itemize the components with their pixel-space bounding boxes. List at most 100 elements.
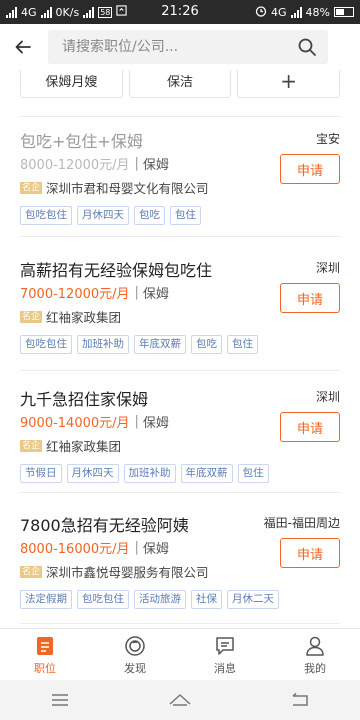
tab-discover[interactable]: 发现 (90, 629, 180, 681)
job-card[interactable]: 九千急招住家保姆 深圳 9000-14000元/月 | 保姆 名企 红袖家政集团… (0, 374, 360, 519)
battery-icon (334, 7, 354, 17)
chip-cleaning[interactable]: 保洁 (128, 70, 232, 98)
nav-back-button[interactable] (270, 680, 330, 720)
job-category: 保姆 (142, 416, 169, 431)
job-tag: 月休四天 (77, 206, 129, 225)
separator: | (134, 540, 139, 555)
bottom-tabbar: 职位 发现 消息 我的 (0, 628, 360, 680)
job-tag: 年底双薪 (134, 335, 186, 354)
tab-profile[interactable]: 我的 (270, 629, 360, 681)
tab-label: 消息 (214, 662, 236, 675)
chip-nanny[interactable]: 保姆月嫂 (20, 70, 123, 98)
system-navbar (0, 680, 360, 720)
job-salary: 7000-12000元/月 (20, 287, 130, 302)
company-name: 红袖家政集团 (46, 310, 122, 325)
company-name: 红袖家政集团 (46, 439, 122, 454)
status-bar: 4G 0K/s 58 21:26 4G 48% (0, 0, 360, 24)
profile-icon (306, 636, 324, 656)
job-tag: 活动旅游 (134, 590, 186, 609)
job-tag: 月休二天 (227, 590, 279, 609)
separator: | (134, 156, 139, 171)
tab-label: 我的 (304, 662, 326, 675)
job-tag: 包住 (227, 335, 258, 354)
tab-label: 发现 (124, 662, 146, 675)
salary-row: 7000-12000元/月 | 保姆 (20, 283, 169, 302)
divider (20, 236, 340, 237)
company-row: 名企 红袖家政集团 (20, 307, 121, 326)
company-row: 名企 深圳市君和母婴文化有限公司 (20, 178, 209, 197)
job-list[interactable]: 保姆月嫂 保洁 + 包吃+包住+保姆 宝安 8000-12000元/月 | 保姆… (0, 70, 360, 628)
divider (20, 370, 340, 371)
separator: | (134, 414, 139, 429)
signal-4-icon (290, 6, 302, 18)
job-location: 深圳 (315, 261, 340, 275)
job-card[interactable]: 高薪招有无经验保姆包吃住 深圳 7000-12000元/月 | 保姆 名企 红袖… (0, 245, 360, 390)
search-input[interactable] (62, 39, 272, 55)
job-tag: 包吃 (191, 335, 222, 354)
salary-row: 8000-16000元/月 | 保姆 (20, 538, 169, 557)
filter-chips: 保姆月嫂 保洁 + (20, 70, 341, 98)
tab-label: 职位 (34, 662, 56, 675)
apply-button[interactable]: 申请 (280, 538, 340, 568)
job-tag: 包吃包住 (20, 335, 72, 354)
company-badge: 名企 (20, 565, 43, 578)
tab-jobs[interactable]: 职位 (0, 629, 90, 681)
job-tag: 包住 (237, 464, 269, 483)
job-tag: 加班补助 (77, 335, 129, 354)
company-badge: 名企 (20, 310, 43, 323)
company-row: 名企 红袖家政集团 (20, 436, 121, 455)
job-category: 保姆 (142, 542, 169, 557)
job-tags: 包吃包住 月休四天 包吃 包住 (20, 206, 201, 225)
job-tag: 节假日 (20, 464, 62, 483)
divider (20, 623, 340, 624)
company-badge: 名企 (20, 439, 43, 452)
nav-home-button[interactable] (150, 680, 210, 720)
search-box (48, 30, 328, 64)
job-title: 7800急招有无经验阿姨 (20, 516, 189, 535)
job-tag: 包吃包住 (77, 590, 129, 609)
chip-add[interactable]: + (237, 70, 341, 98)
job-tag: 包住 (170, 206, 201, 225)
job-tag: 加班补助 (123, 464, 176, 483)
job-card[interactable]: 包吃+包住+保姆 宝安 8000-12000元/月 | 保姆 名企 深圳市君和母… (0, 116, 360, 261)
alarm-icon (255, 5, 267, 20)
apply-button[interactable]: 申请 (280, 412, 340, 442)
nav-menu-button[interactable] (30, 680, 90, 720)
back-button[interactable] (0, 24, 46, 70)
divider (20, 492, 340, 493)
battery-percent: 48% (305, 5, 330, 19)
job-salary: 8000-12000元/月 (20, 158, 130, 173)
tab-messages[interactable]: 消息 (180, 629, 270, 681)
job-tags: 节假日 月休四天 加班补助 年底双薪 包住 (20, 464, 269, 483)
job-title: 高薪招有无经验保姆包吃住 (20, 261, 213, 280)
search-button[interactable] (296, 36, 318, 58)
job-title: 包吃+包住+保姆 (20, 132, 143, 151)
job-tag: 社保 (191, 590, 222, 609)
job-tags: 法定假期 包吃包住 活动旅游 社保 月休二天 (20, 590, 279, 609)
discover-icon (125, 636, 145, 656)
company-name: 深圳市君和母婴文化有限公司 (46, 181, 209, 196)
apply-button[interactable]: 申请 (280, 154, 340, 184)
job-category: 保姆 (142, 158, 169, 173)
company-badge: 名企 (20, 181, 43, 194)
message-icon (216, 637, 234, 655)
back-arrow-icon (15, 40, 31, 54)
apply-button[interactable]: 申请 (280, 283, 340, 313)
search-icon (298, 38, 316, 56)
app-screen: 4G 0K/s 58 21:26 4G 48% 请搜索职位/公司... 保姆月嫂… (0, 0, 360, 720)
search-header (0, 24, 360, 70)
separator: | (134, 285, 139, 300)
job-tag: 包吃 (134, 206, 165, 225)
job-location: 深圳 (315, 390, 340, 404)
job-salary: 9000-14000元/月 (20, 416, 130, 431)
status-right: 4G 48% (255, 0, 354, 24)
job-category: 保姆 (142, 287, 169, 302)
job-salary: 8000-16000元/月 (20, 542, 130, 557)
salary-row: 8000-12000元/月 | 保姆 (20, 154, 169, 173)
job-card[interactable]: 7800急招有无经验阿姨 福田-福田周边 8000-16000元/月 | 保姆 … (0, 500, 360, 628)
job-location: 福田-福田周边 (263, 516, 340, 530)
company-name: 深圳市鑫悦母婴服务有限公司 (46, 565, 209, 580)
job-tag: 包吃包住 (20, 206, 72, 225)
network-type: 4G (271, 5, 287, 19)
home-icon (169, 694, 191, 706)
